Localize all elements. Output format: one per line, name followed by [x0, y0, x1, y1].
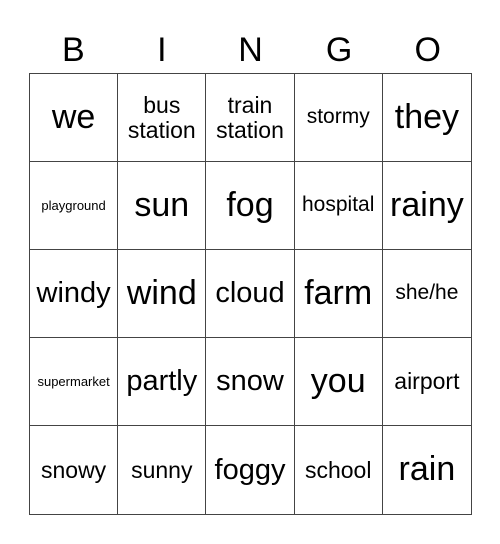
bingo-cell[interactable]: wind: [118, 250, 207, 338]
bingo-cell[interactable]: bus station: [118, 74, 207, 162]
bingo-cell[interactable]: they: [382, 74, 471, 162]
bingo-cell[interactable]: windy: [30, 250, 119, 338]
header-letter-i: I: [157, 31, 167, 69]
bingo-cell[interactable]: playground: [30, 162, 119, 250]
bingo-cell[interactable]: snowy: [30, 426, 119, 514]
header-letter-o: O: [414, 31, 441, 69]
bingo-cell[interactable]: sun: [118, 162, 207, 250]
bingo-cell[interactable]: foggy: [206, 426, 295, 514]
header-letter-b: B: [61, 31, 85, 69]
bingo-cell[interactable]: fog: [206, 162, 295, 250]
bingo-cell[interactable]: rain: [383, 426, 471, 514]
bingo-cell[interactable]: train station: [206, 74, 295, 162]
bingo-cell[interactable]: she/he: [382, 250, 471, 338]
bingo-header: B I N G O: [29, 26, 472, 74]
bingo-cell[interactable]: airport: [382, 338, 471, 426]
bingo-cell[interactable]: partly: [118, 338, 207, 426]
bingo-cell[interactable]: stormy: [294, 74, 383, 162]
header-letter-n: N: [238, 31, 263, 69]
bingo-cell[interactable]: you: [294, 338, 383, 426]
bingo-cell[interactable]: hospital: [294, 162, 383, 250]
bingo-cell[interactable]: school: [295, 426, 383, 514]
bingo-grid: we bus station train station stormy they…: [29, 73, 472, 515]
bingo-cell[interactable]: rainy: [382, 162, 471, 250]
bingo-cell[interactable]: supermarket: [30, 338, 119, 426]
bingo-cell[interactable]: we: [30, 74, 119, 162]
bingo-cell[interactable]: snow: [206, 338, 295, 426]
bingo-cell[interactable]: farm: [294, 250, 383, 338]
bingo-cell[interactable]: cloud: [206, 250, 295, 338]
bingo-cell[interactable]: sunny: [118, 426, 207, 514]
header-letter-g: G: [325, 31, 353, 69]
